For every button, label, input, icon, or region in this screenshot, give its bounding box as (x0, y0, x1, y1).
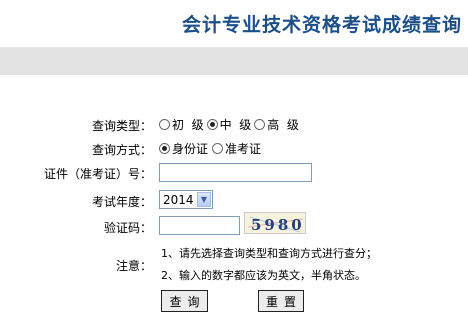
captcha-image[interactable]: 5980 (244, 212, 306, 234)
notes-label: 注意： (115, 259, 152, 273)
chevron-down-icon: ▼ (196, 192, 211, 207)
radio-junior-label: 初 级 (172, 117, 204, 132)
radio-admission-ticket[interactable] (212, 142, 224, 154)
radio-intermediate-label: 中 级 (219, 117, 252, 132)
note-line-2: 2、输入的数字都应该为英文，半角状态。 (161, 269, 366, 282)
exam-year-label: 考试年度： (91, 195, 152, 209)
captcha-text: 5980 (251, 216, 305, 234)
note-line-1: 1、请先选择查询类型和查询方式进行查分； (161, 247, 377, 260)
radio-senior-label: 高 级 (267, 117, 299, 132)
query-type-label: 查询类型： (91, 119, 152, 133)
id-number-input[interactable] (159, 163, 312, 182)
query-type-group: 初 级 中 级 高 级 (159, 117, 303, 132)
query-method-group: 身份证 准考证 (159, 141, 265, 156)
exam-year-select[interactable]: 2014 ▼ (159, 190, 213, 209)
radio-senior[interactable] (254, 118, 266, 130)
reset-button[interactable]: 重置 (258, 290, 304, 312)
radio-admission-ticket-label: 准考证 (225, 141, 262, 156)
captcha-input[interactable] (159, 216, 240, 235)
captcha-label: 验证码： (103, 221, 152, 235)
page-title: 会计专业技术资格考试成绩查询 (181, 14, 462, 36)
header-band (0, 47, 468, 75)
radio-id-card-label: 身份证 (172, 141, 209, 156)
id-number-label: 证件（准考证）号： (43, 167, 152, 181)
radio-intermediate[interactable] (206, 118, 218, 130)
exam-year-value: 2014 (163, 192, 194, 207)
radio-junior[interactable] (159, 118, 170, 130)
query-method-label: 查询方式： (91, 143, 152, 157)
query-button[interactable]: 查询 (161, 290, 208, 312)
radio-id-card[interactable] (159, 142, 170, 154)
